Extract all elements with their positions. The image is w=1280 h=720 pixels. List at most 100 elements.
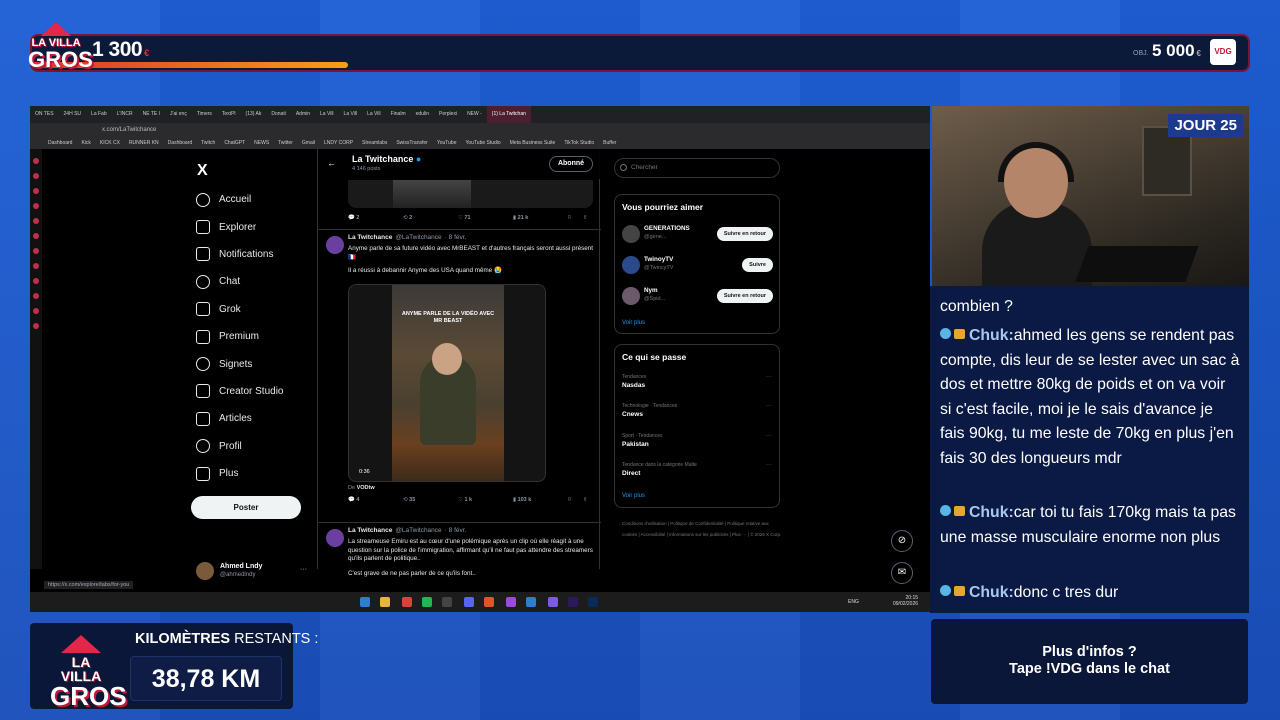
- tweet-video[interactable]: ANYME PARLE DE LA VIDÉO AVEC MR BEAST 0:…: [348, 284, 546, 482]
- previous-tweet-image[interactable]: [348, 180, 593, 208]
- sidebar-item-grok[interactable]: Grok: [196, 296, 316, 323]
- bookmark-item[interactable]: LNDY CORP: [324, 140, 353, 146]
- bookmark-item[interactable]: ChatGPT: [224, 140, 245, 146]
- browser-tab[interactable]: Donati: [266, 106, 290, 123]
- bookmark-item[interactable]: Dashboard: [48, 140, 72, 146]
- bookmark-item[interactable]: Kick: [81, 140, 90, 146]
- firefox-icon[interactable]: [484, 597, 494, 607]
- bookmark-item[interactable]: Meta Business Suite: [510, 140, 556, 146]
- sidebar-item-premium[interactable]: Premium: [196, 323, 316, 350]
- bookmark-icon[interactable]: ⌑: [568, 215, 571, 221]
- x-footer-links[interactable]: Conditions d'utilisation | Politique de …: [622, 518, 782, 540]
- browser-tab[interactable]: TextPl: [217, 106, 241, 123]
- bookmark-item[interactable]: Twitter: [278, 140, 293, 146]
- repost-count[interactable]: ⟲ 35: [403, 497, 415, 503]
- tweet[interactable]: La Twitchance @LaTwitchance · 8 févr. Anym…: [318, 229, 601, 516]
- app-icon[interactable]: [548, 597, 558, 607]
- view-count[interactable]: ▮ 103 k: [513, 497, 531, 503]
- browser-tab[interactable]: Timers: [192, 106, 217, 123]
- follow-button[interactable]: Suivre: [742, 258, 773, 272]
- grok-icon[interactable]: ⊘: [891, 530, 913, 552]
- messages-icon[interactable]: ✉: [891, 562, 913, 584]
- back-arrow-icon[interactable]: ←: [327, 158, 336, 168]
- bookmark-item[interactable]: Twitch: [201, 140, 215, 146]
- browser-tab[interactable]: J'ai enç: [165, 106, 192, 123]
- like-count[interactable]: ♡ 1 k: [458, 497, 472, 503]
- trend-item[interactable]: Tendances Nasdas ···: [622, 374, 772, 389]
- sidebar-item-profil[interactable]: Profil: [196, 433, 316, 460]
- sidebar-item-articles[interactable]: Articles: [196, 405, 316, 432]
- browser-tab[interactable]: La Vill: [362, 106, 386, 123]
- discord-icon[interactable]: [464, 597, 474, 607]
- bookmark-item[interactable]: TikTok Studio: [564, 140, 594, 146]
- browser-tab[interactable]: Perplexi: [434, 106, 462, 123]
- search-input[interactable]: Chercher: [614, 158, 780, 178]
- browser-tab[interactable]: L'INCR: [112, 106, 138, 123]
- like-count[interactable]: ♡ 71: [458, 215, 471, 221]
- reply-count[interactable]: 💬 2: [348, 215, 359, 221]
- chrome-icon[interactable]: [402, 597, 412, 607]
- browser-tab[interactable]: La Vill: [315, 106, 339, 123]
- address-bar[interactable]: x.com/LaTwitchance: [30, 123, 930, 137]
- app-icon[interactable]: [526, 597, 536, 607]
- share-icon[interactable]: ⇧: [583, 497, 588, 503]
- follow-back-button[interactable]: Suivre en retour: [716, 227, 773, 241]
- browser-tab[interactable]: NEW -: [462, 106, 487, 123]
- url-text[interactable]: x.com/LaTwitchance: [102, 127, 156, 133]
- sidebar-item-notifications[interactable]: Notifications: [196, 241, 316, 268]
- bookmark-item[interactable]: YouTube: [437, 140, 457, 146]
- bookmark-item[interactable]: YouTube Studio: [466, 140, 501, 146]
- explorer-icon[interactable]: [380, 597, 390, 607]
- start-icon[interactable]: [360, 597, 370, 607]
- browser-tab[interactable]: Finalm: [386, 106, 411, 123]
- suggestion-item[interactable]: Nym @Spid... Suivre en retour: [622, 285, 773, 309]
- view-count[interactable]: ▮ 21 k: [513, 215, 528, 221]
- bookmark-item[interactable]: Gmail: [302, 140, 315, 146]
- app-icon[interactable]: [442, 597, 452, 607]
- browser-tab[interactable]: Admin: [291, 106, 315, 123]
- repost-count[interactable]: ⟲ 2: [403, 215, 412, 221]
- premiere-icon[interactable]: [568, 597, 578, 607]
- browser-tab[interactable]: La Fab: [86, 106, 112, 123]
- app-icon[interactable]: [506, 597, 516, 607]
- bookmark-item[interactable]: SwissTransfer: [396, 140, 428, 146]
- suggestion-item[interactable]: GENERATIONS @gene... Suivre en retour: [622, 223, 773, 247]
- clock[interactable]: 20:15 09/02/2026: [893, 595, 918, 607]
- bookmark-item[interactable]: RUNNER KN: [129, 140, 159, 146]
- sidebar-item-chat[interactable]: Chat: [196, 268, 316, 295]
- following-button[interactable]: Abonné: [549, 156, 593, 172]
- bookmark-item[interactable]: Streamlabs: [362, 140, 387, 146]
- sidebar-item-accueil[interactable]: Accueil: [196, 186, 316, 213]
- sidebar-item-creator-studio[interactable]: Creator Studio: [196, 378, 316, 405]
- photoshop-icon[interactable]: [588, 597, 598, 607]
- bookmark-item[interactable]: KICK CX: [100, 140, 120, 146]
- tweet[interactable]: La Twitchance @LaTwitchance · 8 févr. La s…: [318, 522, 601, 582]
- trend-item[interactable]: Tendance dans la catégorie Malte Direct ··…: [622, 462, 772, 477]
- sidebar-item-explorer[interactable]: Explorer: [196, 213, 316, 240]
- reply-count[interactable]: 💬 4: [348, 497, 359, 503]
- trend-item[interactable]: Sport · Tendances Pakistan ···: [622, 433, 772, 448]
- browser-tab[interactable]: edulin: [411, 106, 434, 123]
- browser-tab-strip[interactable]: ON TES 24H SU La Fab L'INCR NE TE I J'ai enç T…: [30, 106, 930, 123]
- browser-tab[interactable]: (1) La Twitchan: [486, 106, 531, 123]
- sidebar-item-signets[interactable]: Signets: [196, 350, 316, 377]
- share-icon[interactable]: ⇧: [583, 215, 588, 221]
- follow-back-button[interactable]: Suivre en retour: [716, 289, 773, 303]
- bookmark-item[interactable]: NEWS: [254, 140, 269, 146]
- more-dots-icon[interactable]: ···: [300, 566, 307, 573]
- trend-item[interactable]: Technologie · Tendances Cnews ···: [622, 403, 772, 418]
- browser-tab[interactable]: 24H SU: [59, 106, 87, 123]
- bookmark-icon[interactable]: ⌑: [568, 497, 571, 503]
- see-more-link[interactable]: Voir plus: [622, 493, 645, 499]
- see-more-link[interactable]: Voir plus: [622, 320, 645, 326]
- language-indicator[interactable]: ENG: [848, 599, 859, 605]
- browser-tab[interactable]: (13) Ak: [241, 106, 267, 123]
- x-logo-icon[interactable]: X: [197, 162, 208, 180]
- post-button[interactable]: Poster: [191, 496, 301, 519]
- browser-tab[interactable]: ON TES: [30, 106, 59, 123]
- suggestion-item[interactable]: TwinoyTV @TwincyTV Suivre: [622, 254, 773, 278]
- spotify-icon[interactable]: [422, 597, 432, 607]
- browser-tab[interactable]: La Vill: [339, 106, 363, 123]
- browser-tab[interactable]: NE TE I: [138, 106, 165, 123]
- bookmark-item[interactable]: Dashboard: [168, 140, 192, 146]
